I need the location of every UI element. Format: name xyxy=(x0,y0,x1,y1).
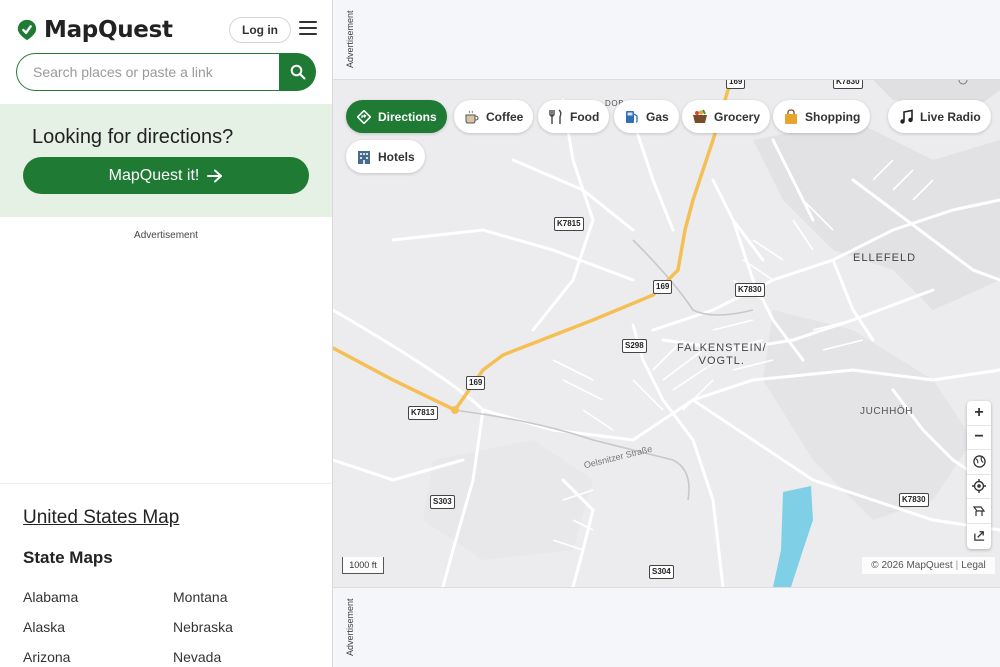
login-button[interactable]: Log in xyxy=(229,17,291,43)
road-shield: 169 xyxy=(653,280,673,294)
chip-label: Hotels xyxy=(378,149,415,164)
locate-me-icon[interactable] xyxy=(967,475,991,499)
state-link-nevada[interactable]: Nevada xyxy=(173,648,233,667)
road-shield: S298 xyxy=(622,339,647,353)
hamburger-menu-icon[interactable] xyxy=(299,21,317,37)
zoom-out-button[interactable]: − xyxy=(967,426,991,450)
category-chip-coffee[interactable]: Coffee xyxy=(454,100,534,133)
road-shield: K7830 xyxy=(833,80,863,89)
hotel-icon xyxy=(356,149,372,165)
directions-panel: Looking for directions? MapQuest it! xyxy=(0,104,332,217)
road-shield: 169 xyxy=(466,376,486,390)
shopping-icon xyxy=(783,108,799,125)
search-input[interactable] xyxy=(16,53,286,91)
category-chip-grocery[interactable]: Grocery xyxy=(682,100,771,133)
food-icon xyxy=(548,108,564,125)
globe-icon[interactable] xyxy=(967,450,991,475)
top-bar: MapQuest Log in xyxy=(0,0,332,58)
top-ad-banner: Advertisement xyxy=(333,0,1000,80)
map-attribution: © 2026 MapQuest | Legal xyxy=(862,557,995,574)
road-shield: K7813 xyxy=(408,406,438,420)
advertisement-label: Advertisement xyxy=(134,230,198,241)
chip-label: Live Radio xyxy=(920,109,981,124)
place-label-falkenstein: FALKENSTEIN/ VOGTL. xyxy=(677,342,767,367)
map-base-layer xyxy=(333,80,1000,587)
category-chip-directions[interactable]: Directions xyxy=(346,100,447,133)
map-controls: + − xyxy=(967,401,991,549)
bottom-ad-banner: Advertisement xyxy=(333,587,1000,667)
search-button[interactable] xyxy=(279,53,316,91)
road-shield: S304 xyxy=(649,565,674,579)
legal-link[interactable]: Legal xyxy=(961,560,985,571)
zoom-in-button[interactable]: + xyxy=(967,401,991,426)
state-link-nebraska[interactable]: Nebraska xyxy=(173,618,233,648)
divider xyxy=(0,483,332,484)
road-shield: K7830 xyxy=(899,493,929,507)
mapquest-logo[interactable]: MapQuest xyxy=(16,17,173,43)
mapquest-it-button[interactable]: MapQuest it! xyxy=(23,157,309,194)
directions-icon xyxy=(356,109,372,125)
search-icon xyxy=(290,64,305,80)
category-chip-food[interactable]: Food xyxy=(538,100,610,133)
chip-label: Food xyxy=(570,109,600,124)
mapquest-it-label: MapQuest it! xyxy=(108,166,200,184)
coffee-icon xyxy=(464,109,480,125)
copyright-text: © 2026 MapQuest xyxy=(871,560,953,571)
radio-icon xyxy=(898,109,914,125)
category-chip-hotels[interactable]: Hotels xyxy=(346,140,425,173)
share-icon[interactable] xyxy=(967,524,991,549)
state-link-arizona[interactable]: Arizona xyxy=(23,648,78,667)
arrow-right-icon xyxy=(207,169,223,182)
road-shield: K7830 xyxy=(735,283,765,297)
category-chip-live-radio[interactable]: Live Radio xyxy=(888,100,991,133)
directions-title: Looking for directions? xyxy=(32,126,234,148)
road-shield: K7815 xyxy=(554,217,584,231)
map-pin-logo-icon xyxy=(17,19,37,41)
road-shield: S303 xyxy=(430,495,455,509)
state-link-alabama[interactable]: Alabama xyxy=(23,588,78,618)
state-list-column-2: Montana Nebraska Nevada xyxy=(173,588,233,667)
advertisement-label: Advertisement xyxy=(345,10,355,68)
advertisement-label: Advertisement xyxy=(345,598,355,656)
united-states-map-link[interactable]: United States Map xyxy=(23,507,179,529)
place-label-ellefeld: ELLEFELD xyxy=(853,252,917,264)
map-scale: 1000 ft xyxy=(342,557,384,574)
search-bar xyxy=(16,53,316,91)
logo-text: MapQuest xyxy=(44,17,173,43)
attribution-separator: | xyxy=(955,560,959,571)
state-link-montana[interactable]: Montana xyxy=(173,588,233,618)
chip-label: Grocery xyxy=(714,109,761,124)
state-list-column-1: Alabama Alaska Arizona xyxy=(23,588,78,667)
gas-icon xyxy=(624,109,640,125)
category-chip-gas[interactable]: Gas xyxy=(614,100,679,133)
chip-label: Shopping xyxy=(805,109,861,124)
road-shield: 169 xyxy=(726,80,746,89)
grocery-icon xyxy=(692,109,708,125)
chip-label: Directions xyxy=(378,109,437,124)
chip-label: Gas xyxy=(646,109,669,124)
place-label-juchhoh: JUCHHÖH xyxy=(860,406,914,417)
map-canvas[interactable]: ELLEFELD FALKENSTEIN/ VOGTL. JUCHHÖH DOB… xyxy=(333,80,1000,587)
chip-label: Coffee xyxy=(486,109,524,124)
state-link-alaska[interactable]: Alaska xyxy=(23,618,78,648)
sidebar: MapQuest Log in Looking for directions? … xyxy=(0,0,333,667)
state-maps-title: State Maps xyxy=(23,548,113,567)
app-root: MapQuest Log in Looking for directions? … xyxy=(0,0,1000,667)
category-chip-shopping[interactable]: Shopping xyxy=(773,100,871,133)
traffic-icon[interactable] xyxy=(967,499,991,524)
